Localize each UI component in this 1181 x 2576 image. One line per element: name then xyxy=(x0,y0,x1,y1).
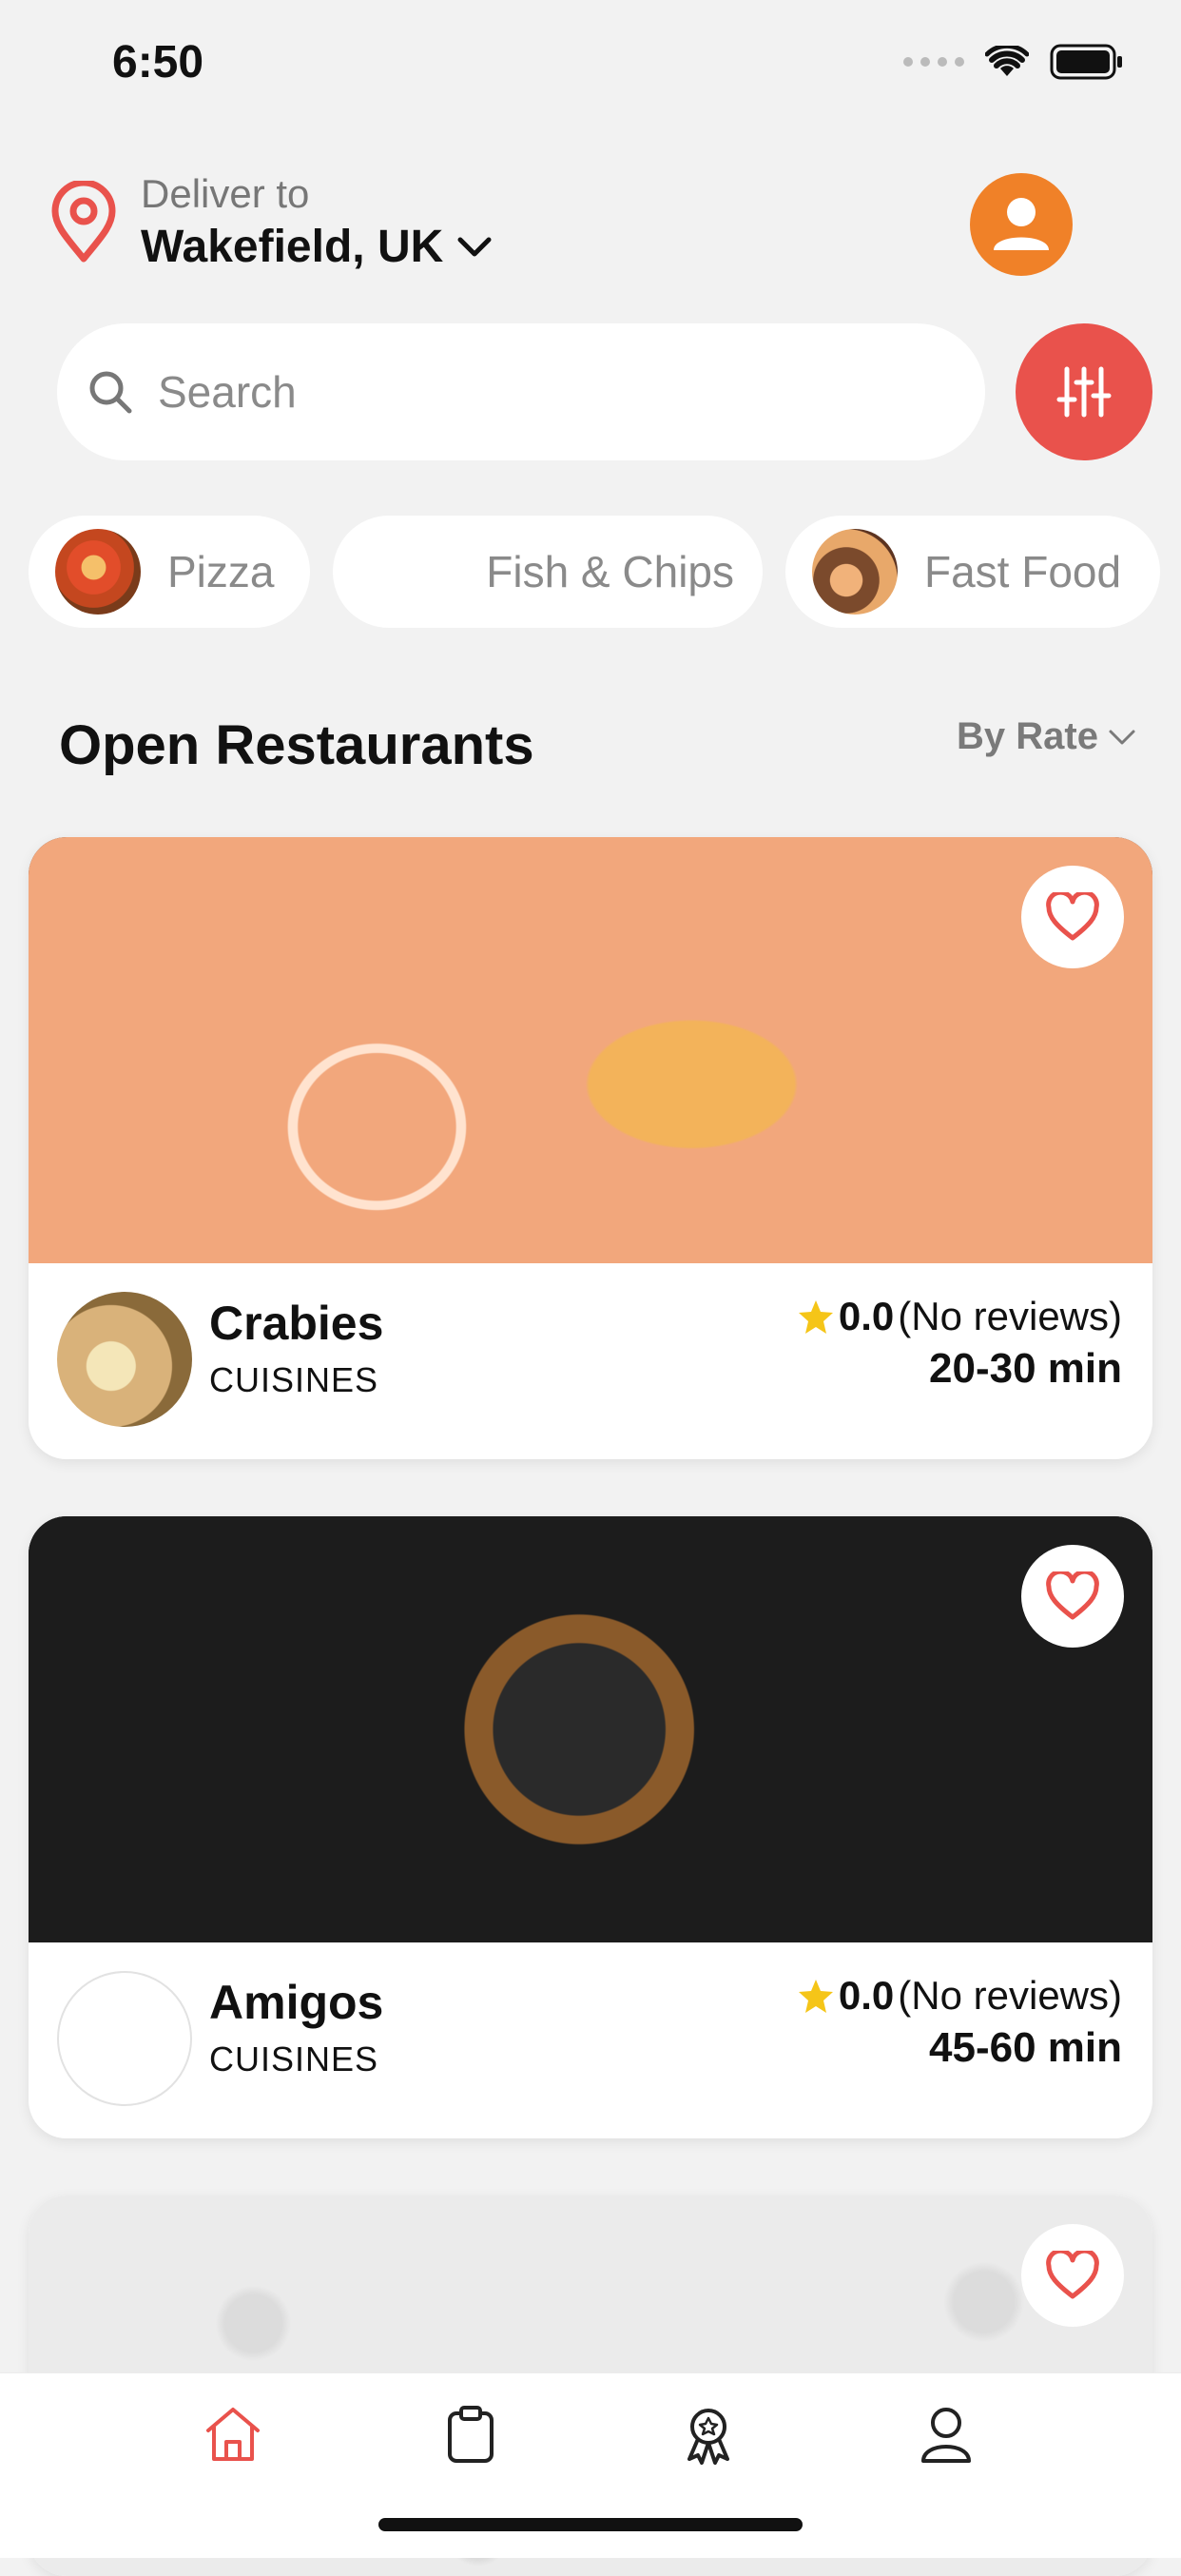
tab-profile[interactable] xyxy=(908,2396,984,2472)
category-pizza[interactable]: Pizza xyxy=(29,516,310,628)
signal-icon xyxy=(903,57,964,67)
rating-value: 0.0 xyxy=(838,1294,895,1338)
sliders-icon xyxy=(1056,366,1112,418)
deliver-to-label: Deliver to xyxy=(141,171,310,216)
location-value: Wakefield, UK xyxy=(141,222,444,272)
tab-rewards[interactable] xyxy=(670,2396,746,2472)
chevron-down-icon xyxy=(457,237,492,256)
section-title: Open Restaurants xyxy=(59,714,534,776)
restaurant-name: Crabies xyxy=(209,1297,384,1350)
location-pin-icon xyxy=(51,181,116,263)
heart-icon xyxy=(1046,892,1099,941)
search-icon xyxy=(89,371,132,414)
award-icon xyxy=(687,2409,729,2465)
favorite-button[interactable] xyxy=(1021,1545,1124,1648)
search-input[interactable] xyxy=(156,365,882,419)
fast-food-thumbnail xyxy=(812,529,898,615)
favorite-button[interactable] xyxy=(1021,2224,1124,2327)
sort-dropdown[interactable]: By Rate xyxy=(957,715,1136,758)
battery-icon xyxy=(1050,44,1122,80)
category-fast-food[interactable]: Fast Food xyxy=(785,516,1160,628)
delivery-time: 20-30 min xyxy=(929,1345,1122,1392)
restaurant-cover-image xyxy=(29,837,1152,1263)
user-icon xyxy=(994,198,1049,250)
home-icon xyxy=(206,2408,260,2461)
category-label: Fast Food xyxy=(924,547,1122,596)
restaurant-cuisines: CUISINES xyxy=(209,1360,379,1399)
restaurant-logo xyxy=(57,1292,192,1427)
tab-orders[interactable] xyxy=(433,2396,509,2472)
restaurant-card[interactable]: Amigos CUISINES 0.0 (No reviews) 45-60 m… xyxy=(29,1516,1152,2138)
star-icon xyxy=(798,1300,833,1334)
delivery-time: 45-60 min xyxy=(929,2024,1122,2071)
reviews-count: (No reviews) xyxy=(898,1294,1122,1338)
restaurant-name: Amigos xyxy=(209,1976,384,2029)
star-icon xyxy=(798,1980,833,2013)
category-label: Fish & Chips xyxy=(486,547,734,596)
profile-icon xyxy=(921,2408,971,2463)
profile-avatar-button[interactable] xyxy=(970,173,1073,276)
reviews-count: (No reviews) xyxy=(898,1973,1122,2018)
restaurant-cuisines: CUISINES xyxy=(209,2039,379,2078)
status-icons xyxy=(903,44,1124,80)
category-label: Pizza xyxy=(167,547,275,596)
chevron-down-icon xyxy=(1109,730,1135,744)
restaurant-card[interactable]: Crabies CUISINES 0.0 (No reviews) 20-30 … xyxy=(29,837,1152,1459)
bottom-tab-bar xyxy=(0,2372,1181,2558)
restaurant-rating: 0.0 (No reviews) xyxy=(797,1973,1122,2019)
category-fish-chips[interactable]: Fish & Chips xyxy=(333,516,763,628)
restaurant-cover-image xyxy=(29,1516,1152,1942)
heart-icon xyxy=(1046,2251,1099,2299)
pizza-thumbnail xyxy=(55,529,141,615)
wifi-icon xyxy=(985,46,1029,76)
rating-value: 0.0 xyxy=(838,1973,895,2018)
status-time: 6:50 xyxy=(112,37,204,88)
favorite-button[interactable] xyxy=(1021,866,1124,968)
filter-button[interactable] xyxy=(1016,323,1152,460)
heart-icon xyxy=(1046,1571,1099,1620)
search-bar[interactable] xyxy=(57,323,985,460)
location-selector[interactable]: Wakefield, UK xyxy=(141,221,493,273)
restaurant-rating: 0.0 (No reviews) xyxy=(797,1294,1122,1339)
clipboard-icon xyxy=(448,2406,494,2463)
home-indicator xyxy=(378,2518,803,2531)
sort-label: By Rate xyxy=(957,715,1098,757)
restaurant-logo xyxy=(57,1971,192,2106)
tab-home[interactable] xyxy=(195,2396,271,2472)
